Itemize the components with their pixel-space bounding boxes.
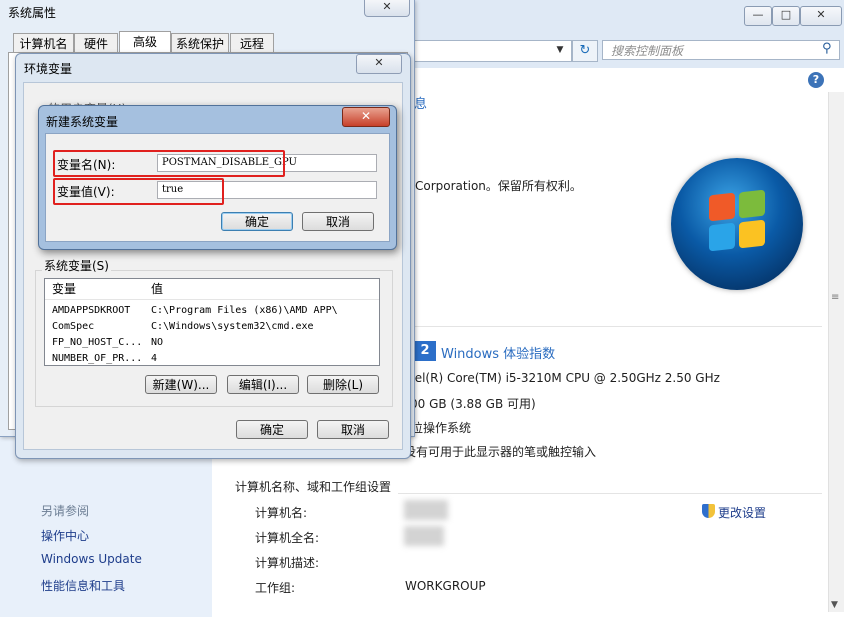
windows-logo xyxy=(671,158,803,290)
variable-name: FP_NO_HOST_C... xyxy=(52,337,143,348)
new-variable-button[interactable]: 新建(W)... xyxy=(145,375,217,394)
column-header-value[interactable]: 值 xyxy=(147,279,379,300)
dialog-title: 环境变量 xyxy=(24,62,73,76)
variable-value: C:\Program Files (x86)\AMD APP\ xyxy=(151,305,338,316)
table-row[interactable]: NUMBER_OF_PR... 4 xyxy=(45,351,379,365)
cancel-button[interactable]: 取消 xyxy=(302,212,374,231)
variable-name: AMDAPPSDKROOT xyxy=(52,305,131,316)
sidebar-item-windows-update[interactable]: Windows Update xyxy=(41,552,142,566)
dialog-title: 新建系统变量 xyxy=(46,115,119,129)
maximize-button[interactable]: □ xyxy=(772,6,800,26)
column-header-variable[interactable]: 变量 xyxy=(45,279,153,300)
ok-button[interactable]: 确定 xyxy=(236,420,308,439)
chevron-down-icon[interactable]: ▼ xyxy=(552,42,568,58)
dialog-title: 系统属性 xyxy=(8,6,57,20)
close-button[interactable]: ✕ xyxy=(356,54,402,74)
pen-touch-value: 没有可用于此显示器的笔或触控输入 xyxy=(404,445,597,459)
description-label: 计算机描述: xyxy=(255,556,320,570)
table-row[interactable]: FP_NO_HOST_C... NO xyxy=(45,335,379,351)
close-button[interactable]: ✕ xyxy=(342,107,390,127)
variable-value: C:\Windows\system32\cmd.exe xyxy=(151,321,314,332)
close-button[interactable]: ✕ xyxy=(800,6,842,26)
delete-variable-button[interactable]: 删除(L) xyxy=(307,375,379,394)
edit-variable-button[interactable]: 编辑(I)... xyxy=(227,375,299,394)
refresh-icon[interactable]: ↻ xyxy=(572,40,598,62)
tab-advanced[interactable]: 高级 xyxy=(119,31,171,54)
computer-name-label: 计算机名: xyxy=(255,506,308,520)
highlight-box xyxy=(53,178,224,205)
tab-hardware[interactable]: 硬件 xyxy=(74,33,118,53)
processor-value: tel(R) Core(TM) i5-3210M CPU @ 2.50GHz 2… xyxy=(410,371,720,385)
help-icon[interactable]: ? xyxy=(808,72,824,88)
variable-name: NUMBER_OF_PR... xyxy=(52,353,143,364)
system-variables-table[interactable]: 变量 值 AMDAPPSDKROOT C:\Program Files (x86… xyxy=(44,278,380,366)
change-settings-link[interactable]: 更改设置 xyxy=(718,504,766,521)
variable-value: NO xyxy=(151,337,164,348)
close-button[interactable]: ✕ xyxy=(364,0,410,17)
logo-yellow-pane xyxy=(739,219,765,249)
see-also-heading: 另请参阅 xyxy=(41,504,90,518)
sidebar-item-action-center[interactable]: 操作中心 xyxy=(41,527,89,544)
address-bar[interactable] xyxy=(414,40,572,62)
ok-button[interactable]: 确定 xyxy=(221,212,293,231)
computer-name-value xyxy=(404,500,448,520)
minimize-button[interactable]: — xyxy=(744,6,772,26)
highlight-box xyxy=(53,150,285,177)
search-input[interactable]: 搜索控制面板 xyxy=(602,40,840,60)
memory-value: 00 GB (3.88 GB 可用) xyxy=(410,397,536,411)
system-type-value: 位操作系统 xyxy=(411,421,472,435)
copyright-text: Corporation。保留所有权利。 xyxy=(415,179,582,193)
section-title: 计算机名称、域和工作组设置 xyxy=(235,480,392,494)
logo-green-pane xyxy=(739,189,765,219)
divider xyxy=(398,493,822,494)
search-icon[interactable]: ⚲ xyxy=(822,41,832,56)
scrollbar[interactable] xyxy=(828,92,844,612)
wei-link[interactable]: Windows 体验指数 xyxy=(441,343,555,362)
table-row[interactable]: ComSpec C:\Windows\system32\cmd.exe xyxy=(45,319,379,335)
tab-remote[interactable]: 远程 xyxy=(230,33,274,53)
full-name-label: 计算机全名: xyxy=(255,531,320,545)
logo-blue-pane xyxy=(709,222,735,252)
cancel-button[interactable]: 取消 xyxy=(317,420,389,439)
system-info-link[interactable]: 息 xyxy=(414,93,427,112)
logo-red-pane xyxy=(709,192,735,222)
workgroup-value: WORKGROUP xyxy=(405,579,486,593)
scroll-grip-icon[interactable]: ≡ xyxy=(831,292,839,303)
variable-name: ComSpec xyxy=(52,321,95,332)
full-name-value xyxy=(404,526,444,546)
shield-icon xyxy=(702,504,715,518)
sidebar-item-performance[interactable]: 性能信息和工具 xyxy=(41,577,125,594)
wei-score-badge: 2 xyxy=(414,341,436,361)
tab-system-protection[interactable]: 系统保护 xyxy=(171,33,229,53)
variable-value: 4 xyxy=(151,353,158,364)
tab-computer-name[interactable]: 计算机名 xyxy=(13,33,74,53)
table-row[interactable]: AMDAPPSDKROOT C:\Program Files (x86)\AMD… xyxy=(45,303,379,319)
system-variables-label: 系统变量(S) xyxy=(42,257,111,274)
workgroup-label: 工作组: xyxy=(255,581,296,595)
scroll-down-icon[interactable]: ▼ xyxy=(831,600,838,610)
